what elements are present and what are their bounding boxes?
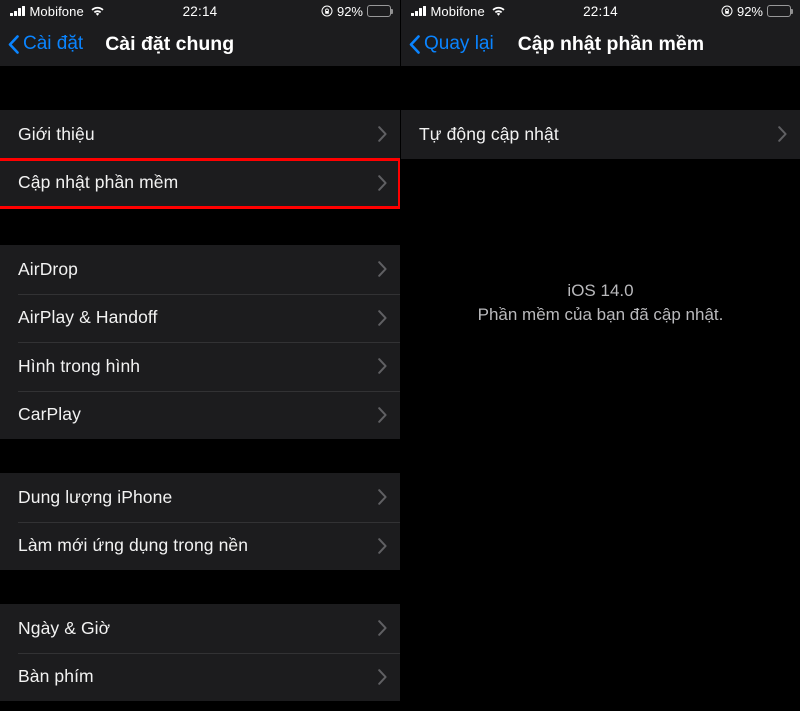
- right-phone-screen: Mobifone 22:14 92% Quay lại Cập nhật phầ…: [400, 0, 800, 711]
- settings-group-3: Dung lượng iPhone Làm mới ứng dụng trong…: [0, 473, 400, 570]
- chevron-right-icon: [378, 174, 387, 191]
- page-title: Cập nhật phần mềm: [517, 32, 705, 55]
- list-item-label: Ngày & Giờ: [18, 617, 111, 638]
- list-item-label: AirDrop: [18, 258, 79, 279]
- sidebar-item-iphone-storage[interactable]: Dung lượng iPhone: [0, 473, 400, 522]
- software-update-panel: Tự động cập nhật iOS 14.0 Phần mềm của b…: [401, 66, 800, 711]
- sidebar-item-picture-in-picture[interactable]: Hình trong hình: [0, 342, 400, 391]
- page-title: Cài đặt chung: [105, 32, 235, 55]
- rotation-lock-icon: [721, 5, 733, 17]
- chevron-right-icon: [378, 126, 387, 143]
- back-button-label: Cài đặt: [23, 33, 84, 54]
- list-item-label: Cập nhật phần mềm: [18, 172, 179, 193]
- navigation-bar: Quay lại Cập nhật phần mềm: [401, 22, 800, 66]
- sidebar-item-date-time[interactable]: Ngày & Giờ: [0, 604, 400, 653]
- update-status-block: iOS 14.0 Phần mềm của bạn đã cập nhật.: [401, 281, 800, 325]
- sidebar-item-airplay-handoff[interactable]: AirPlay & Handoff: [0, 293, 400, 343]
- dual-screenshot-container: Mobifone 22:14 92% Cài đặt Cài đặt chung…: [0, 0, 800, 711]
- battery-percentage: 92%: [736, 3, 763, 19]
- chevron-right-icon: [378, 406, 387, 423]
- rotation-lock-icon: [321, 5, 333, 17]
- back-button[interactable]: Cài đặt: [8, 33, 83, 55]
- settings-group-2: AirDrop AirPlay & Handoff Hình trong hìn…: [0, 245, 400, 439]
- settings-list: Giới thiệu Cập nhật phần mềm AirDrop Air…: [0, 66, 400, 711]
- sidebar-item-background-app-refresh[interactable]: Làm mới ứng dụng trong nền: [0, 521, 400, 571]
- chevron-right-icon: [378, 620, 387, 637]
- battery-icon: [367, 5, 393, 17]
- chevron-right-icon: [378, 358, 387, 375]
- chevron-right-icon: [378, 537, 387, 554]
- back-button[interactable]: Quay lại: [409, 33, 494, 55]
- sidebar-item-about[interactable]: Giới thiệu: [0, 110, 400, 159]
- list-item-label: Tự động cập nhật: [419, 123, 559, 144]
- list-item-label: Giới thiệu: [18, 123, 95, 144]
- status-bar-right: 92%: [721, 3, 793, 19]
- settings-group-1: Giới thiệu Cập nhật phần mềm: [0, 110, 400, 207]
- list-item-label: Làm mới ứng dụng trong nền: [18, 535, 249, 556]
- chevron-left-icon: [8, 34, 19, 54]
- battery-icon: [767, 5, 793, 17]
- update-status-message: Phần mềm của bạn đã cập nhật.: [477, 305, 724, 324]
- sidebar-item-keyboard[interactable]: Bàn phím: [0, 652, 400, 702]
- back-button-label: Quay lại: [424, 33, 494, 54]
- chevron-right-icon: [378, 309, 387, 326]
- list-item-label: AirPlay & Handoff: [18, 307, 158, 328]
- chevron-right-icon: [378, 489, 387, 506]
- navigation-bar: Cài đặt Cài đặt chung: [0, 22, 400, 66]
- chevron-right-icon: [378, 668, 387, 685]
- status-bar-right: 92%: [321, 3, 393, 19]
- ios-version-text: iOS 14.0: [567, 281, 634, 300]
- settings-group-1: Tự động cập nhật: [401, 110, 800, 159]
- settings-group-4: Ngày & Giờ Bàn phím: [0, 604, 400, 701]
- list-item-label: Hình trong hình: [18, 355, 141, 376]
- left-phone-screen: Mobifone 22:14 92% Cài đặt Cài đặt chung…: [0, 0, 400, 711]
- list-item-label: Dung lượng iPhone: [18, 486, 173, 507]
- sidebar-item-airdrop[interactable]: AirDrop: [0, 245, 400, 294]
- chevron-right-icon: [778, 126, 787, 143]
- status-bar: Mobifone 22:14 92%: [401, 0, 800, 22]
- status-bar: Mobifone 22:14 92%: [0, 0, 400, 22]
- list-item-automatic-updates[interactable]: Tự động cập nhật: [401, 110, 800, 159]
- sidebar-item-software-update[interactable]: Cập nhật phần mềm: [0, 158, 400, 208]
- sidebar-item-carplay[interactable]: CarPlay: [0, 390, 400, 440]
- list-item-label: Bàn phím: [18, 666, 94, 687]
- chevron-right-icon: [378, 261, 387, 278]
- chevron-left-icon: [409, 34, 420, 54]
- battery-percentage: 92%: [336, 3, 363, 19]
- list-item-label: CarPlay: [18, 404, 81, 425]
